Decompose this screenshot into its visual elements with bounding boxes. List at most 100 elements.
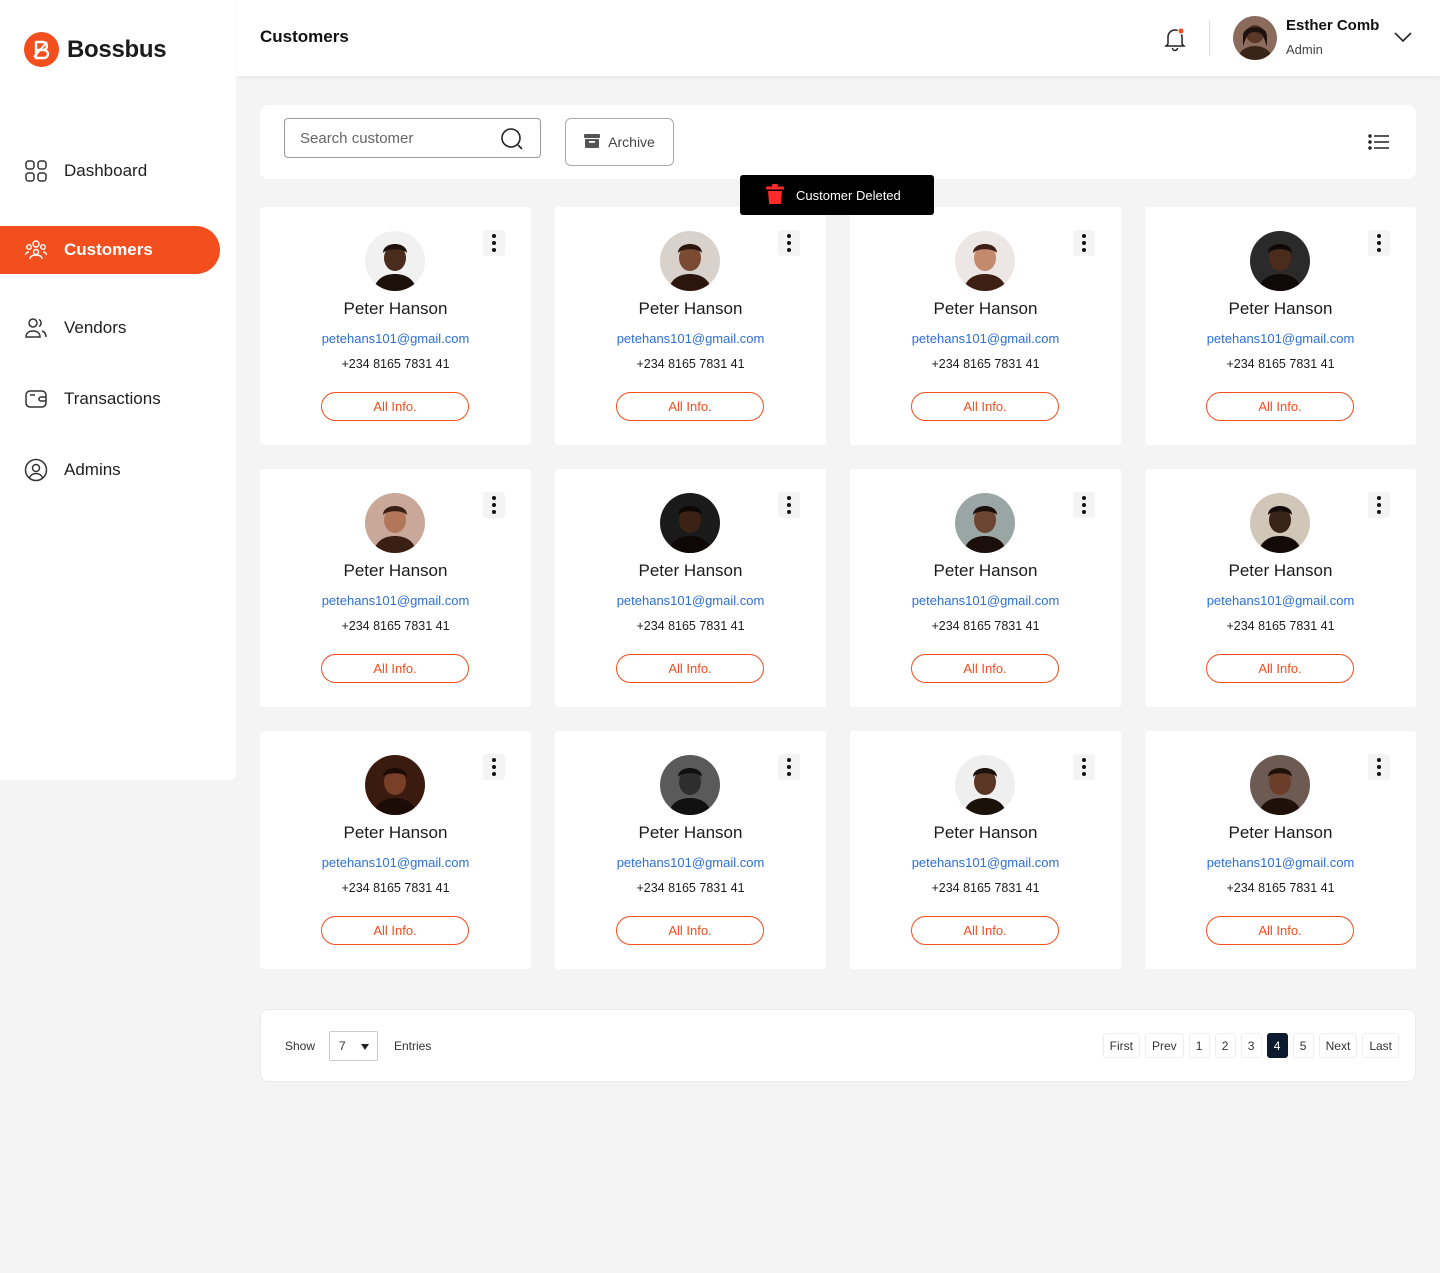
wallet-icon xyxy=(24,387,48,411)
customer-email[interactable]: petehans101@gmail.com xyxy=(850,855,1121,870)
customer-email[interactable]: petehans101@gmail.com xyxy=(260,855,531,870)
customer-name: Peter Hanson xyxy=(1228,561,1333,580)
search-input[interactable] xyxy=(300,129,490,147)
archive-label: Archive xyxy=(608,134,655,150)
page-button-last[interactable]: Last xyxy=(1362,1033,1399,1058)
customer-name: Peter Hanson xyxy=(933,299,1038,318)
toast-notification: Customer Deleted xyxy=(740,175,934,215)
sidebar-item-dashboard[interactable]: Dashboard xyxy=(0,147,220,195)
sidebar: Bossbus Dashboard Customers Vendors Tran… xyxy=(0,0,236,780)
customer-phone: +234 8165 7831 41 xyxy=(931,619,1040,633)
customer-card: Peter Hanson petehans101@gmail.com +234 … xyxy=(1145,731,1416,969)
sidebar-item-label: Transactions xyxy=(64,389,161,408)
customer-phone: +234 8165 7831 41 xyxy=(636,357,745,371)
customer-phone: +234 8165 7831 41 xyxy=(341,619,450,633)
customer-email[interactable]: petehans101@gmail.com xyxy=(850,593,1121,608)
sidebar-item-vendors[interactable]: Vendors xyxy=(0,304,220,352)
user-role: Admin xyxy=(1286,42,1323,57)
entries-select[interactable]: 7 xyxy=(329,1031,378,1061)
search-box xyxy=(284,118,541,158)
customer-card: Peter Hanson petehans101@gmail.com +234 … xyxy=(1145,469,1416,707)
users-group-icon xyxy=(24,238,48,262)
all-info-button[interactable]: All Info. xyxy=(911,916,1059,945)
all-info-button[interactable]: All Info. xyxy=(1206,392,1354,421)
more-options-icon[interactable] xyxy=(1368,492,1390,518)
pagination-bar: Show 7 Entries First Prev 1 2 3 4 5 Next Last xyxy=(260,1009,1416,1082)
customer-name: Peter Hanson xyxy=(638,561,743,580)
customer-email[interactable]: petehans101@gmail.com xyxy=(1145,331,1416,346)
list-view-icon[interactable] xyxy=(1368,133,1390,156)
customer-email[interactable]: petehans101@gmail.com xyxy=(1145,593,1416,608)
customer-name: Peter Hanson xyxy=(933,823,1038,842)
page-button-3[interactable]: 3 xyxy=(1240,1033,1262,1058)
customer-card: Peter Hanson petehans101@gmail.com +234 … xyxy=(555,731,826,969)
all-info-button[interactable]: All Info. xyxy=(1206,654,1354,683)
sidebar-item-admins[interactable]: Admins xyxy=(0,446,220,494)
all-info-button[interactable]: All Info. xyxy=(321,392,469,421)
brand-logo[interactable]: Bossbus xyxy=(24,32,167,67)
more-options-icon[interactable] xyxy=(778,754,800,780)
more-options-icon[interactable] xyxy=(483,492,505,518)
chevron-down-icon[interactable] xyxy=(1394,30,1412,48)
customer-name: Peter Hanson xyxy=(1228,299,1333,318)
all-info-button[interactable]: All Info. xyxy=(911,654,1059,683)
page-button-4[interactable]: 4 xyxy=(1266,1033,1288,1058)
page-button-first[interactable]: First xyxy=(1102,1033,1140,1058)
more-options-icon[interactable] xyxy=(778,230,800,256)
customer-email[interactable]: petehans101@gmail.com xyxy=(1145,855,1416,870)
more-options-icon[interactable] xyxy=(778,492,800,518)
page-button-next[interactable]: Next xyxy=(1318,1033,1358,1058)
page-buttons: First Prev 1 2 3 4 5 Next Last xyxy=(1102,1033,1399,1058)
customer-email[interactable]: petehans101@gmail.com xyxy=(850,331,1121,346)
customer-avatar xyxy=(660,231,720,291)
customer-card: Peter Hanson petehans101@gmail.com +234 … xyxy=(1145,207,1416,445)
more-options-icon[interactable] xyxy=(1368,230,1390,256)
all-info-button[interactable]: All Info. xyxy=(321,916,469,945)
customer-card: Peter Hanson petehans101@gmail.com +234 … xyxy=(260,731,531,969)
more-options-icon[interactable] xyxy=(483,230,505,256)
sidebar-item-customers[interactable]: Customers xyxy=(0,226,220,274)
customer-avatar xyxy=(660,493,720,553)
page-button-1[interactable]: 1 xyxy=(1188,1033,1210,1058)
all-info-button[interactable]: All Info. xyxy=(911,392,1059,421)
more-options-icon[interactable] xyxy=(1073,492,1095,518)
customer-card: Peter Hanson petehans101@gmail.com +234 … xyxy=(555,469,826,707)
users-icon xyxy=(24,316,48,340)
customer-phone: +234 8165 7831 41 xyxy=(636,881,745,895)
customer-phone: +234 8165 7831 41 xyxy=(931,357,1040,371)
customer-email[interactable]: petehans101@gmail.com xyxy=(260,331,531,346)
bossbus-logo-icon xyxy=(24,32,59,67)
header-divider xyxy=(1209,20,1210,56)
all-info-button[interactable]: All Info. xyxy=(1206,916,1354,945)
page-button-2[interactable]: 2 xyxy=(1214,1033,1236,1058)
customer-email[interactable]: petehans101@gmail.com xyxy=(555,855,826,870)
search-icon[interactable] xyxy=(500,127,524,156)
top-bar: Customers Esther Comb Admin xyxy=(236,0,1440,76)
page-button-prev[interactable]: Prev xyxy=(1144,1033,1184,1058)
user-name: Esther Comb xyxy=(1286,17,1380,34)
customer-email[interactable]: petehans101@gmail.com xyxy=(555,331,826,346)
customer-card: Peter Hanson petehans101@gmail.com +234 … xyxy=(260,207,531,445)
customer-card: Peter Hanson petehans101@gmail.com +234 … xyxy=(555,207,826,445)
customer-name: Peter Hanson xyxy=(638,299,743,318)
archive-button[interactable]: Archive xyxy=(565,118,674,166)
all-info-button[interactable]: All Info. xyxy=(616,392,764,421)
customer-email[interactable]: petehans101@gmail.com xyxy=(555,593,826,608)
more-options-icon[interactable] xyxy=(483,754,505,780)
sidebar-item-transactions[interactable]: Transactions xyxy=(0,375,220,423)
page-title: Customers xyxy=(260,27,349,46)
user-avatar[interactable] xyxy=(1233,16,1277,60)
page-button-5[interactable]: 5 xyxy=(1292,1033,1314,1058)
all-info-button[interactable]: All Info. xyxy=(321,654,469,683)
more-options-icon[interactable] xyxy=(1073,754,1095,780)
more-options-icon[interactable] xyxy=(1368,754,1390,780)
brand-name: Bossbus xyxy=(67,35,167,63)
more-options-icon[interactable] xyxy=(1073,230,1095,256)
customer-phone: +234 8165 7831 41 xyxy=(636,619,745,633)
all-info-button[interactable]: All Info. xyxy=(616,916,764,945)
customer-email[interactable]: petehans101@gmail.com xyxy=(260,593,531,608)
notification-bell-icon[interactable] xyxy=(1162,26,1188,57)
caret-down-icon xyxy=(361,1044,369,1050)
customer-avatar xyxy=(1250,231,1310,291)
all-info-button[interactable]: All Info. xyxy=(616,654,764,683)
